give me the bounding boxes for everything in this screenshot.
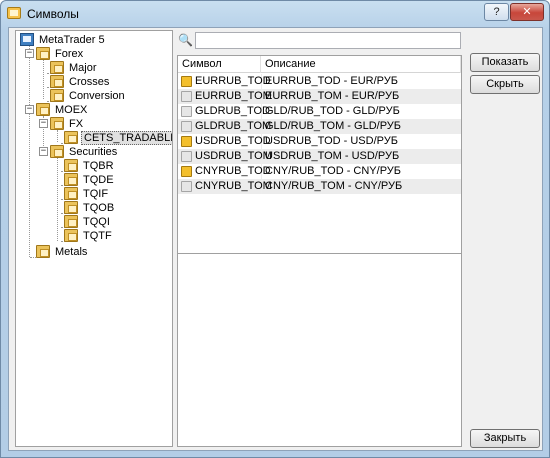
tree-node-label: MOEX <box>55 104 88 116</box>
hide-button[interactable]: Скрыть <box>470 75 540 94</box>
tree-line <box>29 45 30 257</box>
folder-icon <box>36 103 50 116</box>
tree-node-label: CETS_TRADABLE <box>81 131 172 145</box>
folder-icon <box>64 215 78 228</box>
tree-node-label: Metals <box>55 246 88 258</box>
tree-node-label: TQDE <box>83 174 114 186</box>
description-cell: EURRUB_TOD - EUR/РУБ <box>265 75 398 87</box>
tree-node-label: Major <box>69 62 97 74</box>
description-cell: GLD/RUB_TOM - GLD/РУБ <box>265 120 402 132</box>
symbol-cell: USDRUB_TOD <box>195 135 271 147</box>
active-symbol-icon <box>181 166 192 177</box>
symbols-table[interactable]: Символ Описание EURRUB_TOD EURRUB_TOD - E… <box>177 55 462 272</box>
tree-line <box>43 60 44 99</box>
metatrader-root-icon <box>20 33 34 46</box>
close-button[interactable]: Закрыть <box>470 429 540 448</box>
folder-icon <box>50 89 64 102</box>
app-icon <box>7 7 21 19</box>
show-button[interactable]: Показать <box>470 53 540 72</box>
table-row[interactable]: USDRUB_TOD USDRUB_TOD - USD/РУБ <box>178 134 461 149</box>
table-header: Символ Описание <box>178 56 461 73</box>
tree-node-label: Crosses <box>69 76 110 88</box>
symbol-cell: EURRUB_TOD <box>195 75 271 87</box>
column-header-symbol[interactable]: Символ <box>178 56 261 73</box>
inactive-symbol-icon <box>181 106 192 117</box>
active-symbol-icon <box>181 76 192 87</box>
folder-icon <box>50 61 64 74</box>
folder-icon <box>50 117 64 130</box>
table-row[interactable]: GLDRUB_TOD GLD/RUB_TOD - GLD/РУБ <box>178 104 461 119</box>
collapse-icon[interactable]: − <box>25 105 34 114</box>
tree-node-label: Forex <box>55 48 84 60</box>
description-cell: USDRUB_TOD - USD/РУБ <box>265 135 398 147</box>
tree-node-label: TQBR <box>83 160 114 172</box>
dialog-client-area: MetaTrader 5 − Forex Major Crosses Conve… <box>8 27 543 451</box>
symbol-search-input[interactable] <box>195 32 461 49</box>
description-cell: CNY/RUB_TOM - CNY/РУБ <box>265 180 403 192</box>
description-cell: CNY/RUB_TOD - CNY/РУБ <box>265 165 402 177</box>
folder-icon <box>36 47 50 60</box>
folder-icon <box>64 187 78 200</box>
inactive-symbol-icon <box>181 91 192 102</box>
folder-icon <box>64 131 78 144</box>
table-row[interactable]: CNYRUB_TOM CNY/RUB_TOM - CNY/РУБ <box>178 179 461 194</box>
tree-node-label: Securities <box>69 146 118 158</box>
folder-icon <box>50 75 64 88</box>
tree-node-label: MetaTrader 5 <box>39 34 105 46</box>
collapse-icon[interactable]: − <box>39 119 48 128</box>
tree-node-label: Conversion <box>69 90 125 102</box>
symbol-cell: GLDRUB_TOD <box>195 105 270 117</box>
folder-icon <box>64 229 78 242</box>
tree-node-label: FX <box>69 118 84 130</box>
inactive-symbol-icon <box>181 151 192 162</box>
binoculars-icon[interactable]: 🔍 <box>178 33 193 47</box>
column-header-description[interactable]: Описание <box>261 56 461 73</box>
window-title: Символы <box>27 7 79 21</box>
folder-icon <box>36 245 50 258</box>
tree-node-label: TQIF <box>83 188 109 200</box>
table-row[interactable]: GLDRUB_TOM GLD/RUB_TOM - GLD/РУБ <box>178 119 461 134</box>
tree-node-label: TQTF <box>83 230 112 242</box>
description-cell: GLD/RUB_TOD - GLD/РУБ <box>265 105 400 117</box>
tree-line <box>57 130 58 142</box>
inactive-symbol-icon <box>181 181 192 192</box>
collapse-icon[interactable]: − <box>39 147 48 156</box>
symbol-cell: GLDRUB_TOM <box>195 120 272 132</box>
tree-line <box>57 157 58 241</box>
symbol-cell: USDRUB_TOM <box>195 150 272 162</box>
inactive-symbol-icon <box>181 121 192 132</box>
table-row[interactable]: EURRUB_TOD EURRUB_TOD - EUR/РУБ <box>178 74 461 89</box>
symbol-cell: EURRUB_TOM <box>195 90 272 102</box>
tree-node-label: TQQI <box>83 216 110 228</box>
description-cell: EURRUB_TOM - EUR/РУБ <box>265 90 400 102</box>
symbol-cell: CNYRUB_TOM <box>195 180 272 192</box>
table-row[interactable]: CNYRUB_TOD CNY/RUB_TOD - CNY/РУБ <box>178 164 461 179</box>
symbol-group-tree[interactable]: MetaTrader 5 − Forex Major Crosses Conve… <box>15 30 173 447</box>
symbol-properties-pane[interactable] <box>177 253 462 447</box>
active-symbol-icon <box>181 136 192 147</box>
table-row[interactable]: EURRUB_TOM EURRUB_TOM - EUR/РУБ <box>178 89 461 104</box>
folder-icon <box>64 159 78 172</box>
symbol-cell: CNYRUB_TOD <box>195 165 271 177</box>
collapse-icon[interactable]: − <box>25 49 34 58</box>
close-window-button[interactable]: ✕ <box>510 3 544 21</box>
description-cell: USDRUB_TOM - USD/РУБ <box>265 150 400 162</box>
title-bar[interactable]: Символы ? ✕ <box>1 1 549 27</box>
symbols-window: Символы ? ✕ MetaTrader 5 − Forex Major C… <box>0 0 550 458</box>
table-row[interactable]: USDRUB_TOM USDRUB_TOM - USD/РУБ <box>178 149 461 164</box>
folder-icon <box>64 201 78 214</box>
folder-icon <box>64 173 78 186</box>
help-button[interactable]: ? <box>484 3 509 21</box>
folder-icon <box>50 145 64 158</box>
tree-node-label: TQOB <box>83 202 115 214</box>
